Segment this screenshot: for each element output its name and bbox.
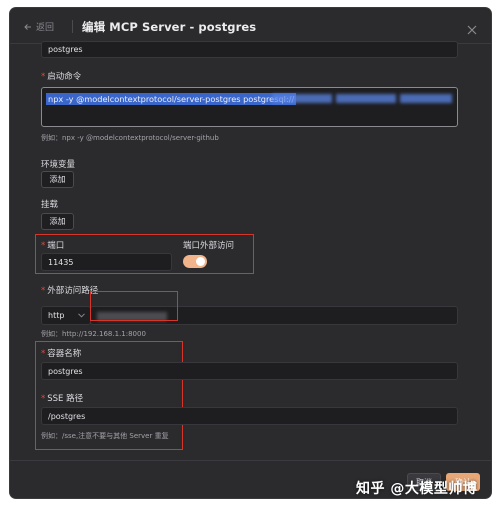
- back-label: 返回: [36, 23, 55, 33]
- add-env-button[interactable]: 添加: [41, 171, 74, 188]
- server-name-value: postgres: [48, 45, 83, 54]
- required-mark: *: [41, 349, 46, 359]
- container-name-input[interactable]: postgres: [41, 362, 458, 380]
- external-access-toggle[interactable]: [183, 255, 207, 268]
- required-mark: *: [41, 241, 46, 251]
- back-button[interactable]: 返回: [24, 20, 54, 33]
- sse-path-label: * SSE 路径: [41, 394, 84, 404]
- env-label: 环境变量: [41, 160, 76, 170]
- watermark: 知乎 @大模型帅博: [356, 481, 478, 497]
- redacted-segment: [400, 94, 452, 103]
- required-mark: *: [41, 286, 46, 296]
- container-name-value: postgres: [48, 366, 83, 376]
- command-hint: 例如：npx -y @modelcontextprotocol/server-g…: [41, 134, 219, 142]
- highlight-box-host: [90, 291, 178, 321]
- header-divider: [72, 20, 73, 33]
- dialog-header: 返回 编辑 MCP Server - postgres: [10, 8, 491, 44]
- add-mount-button[interactable]: 添加: [41, 213, 74, 230]
- required-mark: *: [41, 72, 46, 82]
- port-label: * 端口: [41, 241, 65, 251]
- chevron-down-icon: [78, 313, 85, 318]
- protocol-select[interactable]: http: [41, 306, 91, 325]
- redacted-segment: [272, 94, 332, 103]
- container-name-label: * 容器名称: [41, 349, 82, 359]
- sse-path-value: /postgres: [48, 411, 86, 421]
- sse-path-input[interactable]: /postgres: [41, 407, 458, 425]
- command-label: * 启动命令: [41, 72, 82, 82]
- footer-divider: [10, 460, 491, 461]
- command-textarea[interactable]: npx -y @modelcontextprotocol/server-post…: [41, 87, 458, 127]
- close-button[interactable]: [467, 20, 477, 39]
- required-mark: *: [41, 394, 46, 404]
- command-selected-text: npx -y @modelcontextprotocol/server-post…: [46, 93, 297, 105]
- mount-label: 挂载: [41, 200, 59, 210]
- sse-path-hint: 例如：/sse,注意不要与其他 Server 重复: [41, 432, 169, 440]
- server-name-input[interactable]: postgres: [41, 41, 458, 58]
- external-path-hint: 例如：http://192.168.1.1:8000: [41, 330, 146, 338]
- edit-mcp-server-dialog: 返回 编辑 MCP Server - postgres postgres * 启动…: [10, 8, 491, 498]
- external-access-label: 端口外部访问: [183, 241, 235, 251]
- redacted-segment: [336, 94, 396, 103]
- port-value: 11435: [48, 257, 74, 267]
- close-icon: [467, 25, 477, 35]
- toggle-knob: [196, 257, 205, 266]
- protocol-value: http: [48, 311, 65, 320]
- arrow-left-icon: [24, 23, 31, 30]
- dialog-title: 编辑 MCP Server - postgres: [82, 20, 257, 34]
- port-input[interactable]: 11435: [41, 253, 172, 271]
